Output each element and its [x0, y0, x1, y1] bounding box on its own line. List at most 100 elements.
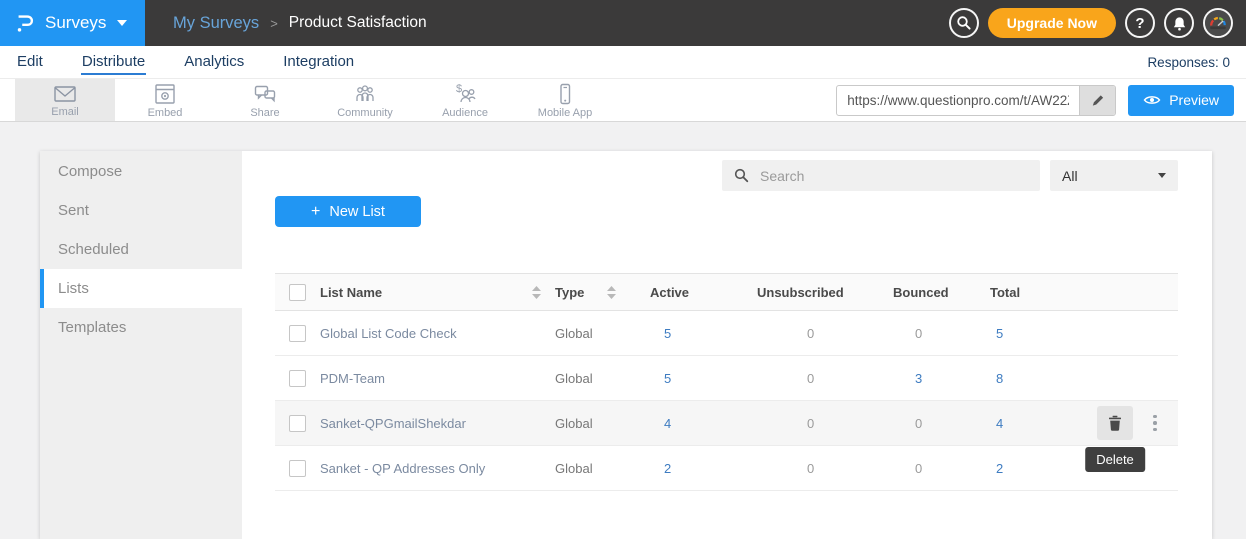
- survey-url-input[interactable]: [837, 86, 1079, 115]
- list-name-cell[interactable]: Sanket - QP Addresses Only: [320, 461, 555, 476]
- breadcrumb-my-surveys[interactable]: My Surveys: [173, 14, 259, 33]
- list-type-filter-dropdown[interactable]: All: [1050, 160, 1178, 191]
- eye-icon: [1143, 94, 1161, 106]
- app-menu-label: Surveys: [45, 13, 106, 33]
- channel-email[interactable]: Email: [15, 79, 115, 121]
- caret-down-icon: [1158, 173, 1166, 178]
- channel-audience[interactable]: $ Audience: [415, 79, 515, 121]
- channel-share[interactable]: Share: [215, 79, 315, 121]
- breadcrumb: My Surveys > Product Satisfaction: [173, 14, 427, 33]
- bounced-count-cell[interactable]: 3: [893, 371, 990, 386]
- lists-table: List Name Type Active Unsubsc: [275, 273, 1178, 491]
- surveys-app-menu[interactable]: Surveys: [0, 0, 145, 46]
- active-count-cell[interactable]: 5: [650, 371, 757, 386]
- table-row: Sanket-QPGmailShekdar Global 4 0 0 4 Del…: [275, 401, 1178, 446]
- tab-distribute[interactable]: Distribute: [81, 50, 146, 75]
- tab-integration[interactable]: Integration: [282, 50, 355, 75]
- vertical-dots-icon: [1153, 415, 1157, 419]
- list-name-cell[interactable]: PDM-Team: [320, 371, 555, 386]
- tab-analytics[interactable]: Analytics: [183, 50, 245, 75]
- delete-wrap: Delete: [1097, 406, 1133, 440]
- sort-list-name-icon[interactable]: [532, 286, 541, 299]
- unsubscribed-count-cell: 0: [757, 416, 893, 431]
- row-checkbox[interactable]: [289, 415, 306, 432]
- breadcrumb-separator: >: [270, 16, 278, 31]
- sort-type-icon[interactable]: [607, 286, 616, 299]
- row-checkbox[interactable]: [289, 370, 306, 387]
- row-actions: Delete: [1070, 406, 1178, 440]
- unsubscribed-count-cell: 0: [757, 371, 893, 386]
- select-all-cell: [275, 284, 320, 301]
- sidebar-item-compose[interactable]: Compose: [40, 152, 242, 191]
- table-body: Global List Code Check Global 5 0 0 5: [275, 311, 1178, 491]
- bell-icon: [1171, 14, 1188, 32]
- table-header-row: List Name Type Active Unsubsc: [275, 273, 1178, 311]
- filter-row: All: [275, 160, 1178, 191]
- upgrade-now-button[interactable]: Upgrade Now: [988, 8, 1116, 38]
- plus-icon: +: [311, 203, 320, 221]
- select-all-checkbox[interactable]: [289, 284, 306, 301]
- phone-icon: [552, 82, 578, 106]
- total-count-cell[interactable]: 2: [990, 461, 1070, 476]
- gauge-avatar-icon: [1205, 9, 1231, 37]
- svg-text:$: $: [456, 83, 462, 95]
- questionpro-logo-icon: [14, 12, 36, 34]
- preview-button[interactable]: Preview: [1128, 85, 1234, 116]
- row-select-cell: [275, 415, 320, 432]
- delete-list-button[interactable]: [1097, 406, 1133, 440]
- column-total: Total: [990, 285, 1070, 300]
- edit-url-button[interactable]: [1079, 86, 1115, 115]
- topbar-actions: Upgrade Now ?: [949, 8, 1246, 38]
- sidebar-item-sent[interactable]: Sent: [40, 191, 242, 230]
- search-icon: [956, 15, 972, 31]
- channel-mobile-app[interactable]: Mobile App: [515, 79, 615, 121]
- lists-main: All + New List List Name: [242, 151, 1212, 539]
- row-checkbox[interactable]: [289, 325, 306, 342]
- new-list-button[interactable]: + New List: [275, 196, 421, 227]
- active-count-cell[interactable]: 2: [650, 461, 757, 476]
- column-list-name: List Name: [320, 285, 555, 300]
- preview-label: Preview: [1169, 92, 1219, 108]
- active-count-cell[interactable]: 5: [650, 326, 757, 341]
- type-cell: Global: [555, 461, 650, 476]
- survey-tab-bar: Edit Distribute Analytics Integration Re…: [0, 46, 1246, 78]
- sidebar-item-templates[interactable]: Templates: [40, 308, 242, 347]
- row-checkbox[interactable]: [289, 460, 306, 477]
- type-cell: Global: [555, 416, 650, 431]
- help-button[interactable]: ?: [1125, 8, 1155, 38]
- column-bounced: Bounced: [893, 285, 990, 300]
- sidebar-item-scheduled[interactable]: Scheduled: [40, 230, 242, 269]
- table-row: Sanket - QP Addresses Only Global 2 0 0 …: [275, 446, 1178, 491]
- channel-embed[interactable]: Embed: [115, 79, 215, 121]
- channel-label: Community: [337, 107, 393, 119]
- active-count-cell[interactable]: 4: [650, 416, 757, 431]
- unsubscribed-count-cell: 0: [757, 326, 893, 341]
- table-row: PDM-Team Global 5 0 3 8: [275, 356, 1178, 401]
- total-count-cell[interactable]: 5: [990, 326, 1070, 341]
- total-count-cell[interactable]: 4: [990, 416, 1070, 431]
- column-unsubscribed: Unsubscribed: [757, 285, 893, 300]
- search-button[interactable]: [949, 8, 979, 38]
- bounced-count-cell: 0: [893, 326, 990, 341]
- list-name-cell[interactable]: Global List Code Check: [320, 326, 555, 341]
- top-bar: Surveys My Surveys > Product Satisfactio…: [0, 0, 1246, 46]
- notifications-button[interactable]: [1164, 8, 1194, 38]
- row-menu-button[interactable]: [1149, 411, 1161, 436]
- channel-community[interactable]: Community: [315, 79, 415, 121]
- list-name-cell[interactable]: Sanket-QPGmailShekdar: [320, 416, 555, 431]
- new-list-label: New List: [329, 204, 385, 220]
- column-type: Type: [555, 285, 650, 300]
- total-count-cell[interactable]: 8: [990, 371, 1070, 386]
- row-select-cell: [275, 325, 320, 342]
- list-search-input[interactable]: [758, 167, 1028, 185]
- account-avatar-button[interactable]: [1203, 8, 1233, 38]
- distribute-toolbar: Email Embed Share: [0, 78, 1246, 122]
- channel-label: Audience: [442, 107, 488, 119]
- sidebar-item-lists[interactable]: Lists: [40, 269, 242, 308]
- speech-bubbles-icon: [252, 82, 278, 106]
- bounced-count-cell: 0: [893, 461, 990, 476]
- filter-selected-value: All: [1062, 168, 1078, 184]
- envelope-icon: [52, 83, 78, 105]
- channel-label: Mobile App: [538, 107, 592, 119]
- tab-edit[interactable]: Edit: [16, 50, 44, 75]
